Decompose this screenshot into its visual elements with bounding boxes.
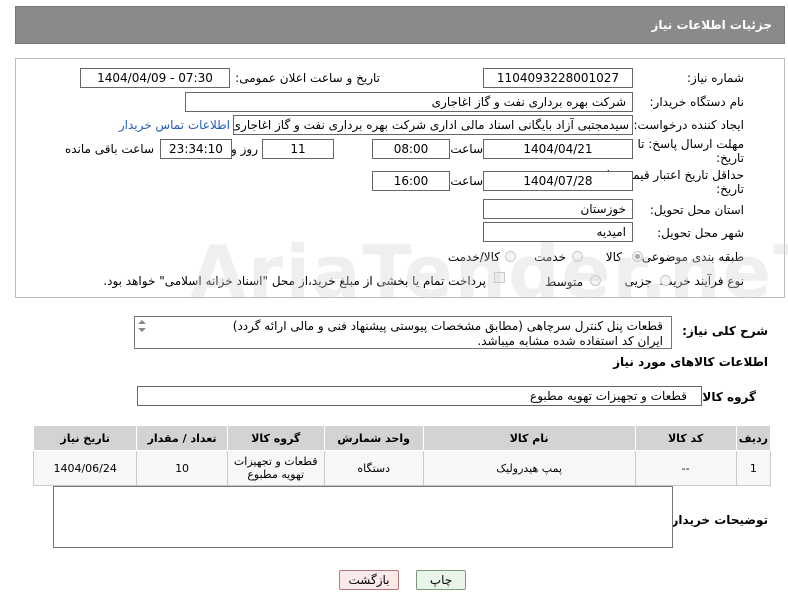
description-line-2: ایران کد استفاده شده مشابه میباشد. bbox=[477, 334, 663, 348]
category-both-radio[interactable] bbox=[505, 251, 516, 262]
process-medium-radio[interactable] bbox=[590, 275, 601, 286]
process-partial-radio[interactable] bbox=[660, 275, 671, 286]
buyer-org-field[interactable]: شرکت بهره برداری نفت و گاز اغاجاری bbox=[185, 92, 633, 112]
process-partial-label: جزیی bbox=[624, 274, 652, 288]
category-goods-radio[interactable] bbox=[632, 251, 643, 262]
category-label: طبقه بندی موضوعی: bbox=[637, 250, 744, 264]
min-price-time-label: ساعت bbox=[450, 174, 483, 188]
announce-label: تاریخ و ساعت اعلان عمومی: bbox=[235, 71, 380, 85]
col-qty: تعداد / مقدار bbox=[136, 425, 228, 451]
goods-group-label: گروه کالا: bbox=[697, 390, 756, 404]
process-label: نوع فرآیند خرید : bbox=[659, 274, 744, 288]
page-header: جزئیات اطلاعات نیاز bbox=[15, 6, 785, 44]
description-line-1: قطعات پنل کنترل سرچاهی (مطابق مشخصات پیو… bbox=[232, 319, 663, 333]
category-service-label: خدمت bbox=[534, 250, 566, 264]
min-price-date-field[interactable]: 1404/07/28 bbox=[483, 171, 633, 191]
province-label: استان محل تحویل: bbox=[649, 203, 744, 217]
process-medium-label: متوسط bbox=[545, 275, 583, 289]
goods-info-title: اطلاعات کالاهای مورد نیاز bbox=[613, 355, 768, 369]
scroll-arrows-icon[interactable] bbox=[137, 319, 147, 333]
col-date: تاریخ نیاز bbox=[32, 425, 138, 451]
goods-group-field[interactable]: قطعات و تجهیزات تهویه مطبوع bbox=[137, 386, 702, 406]
page-title: جزئیات اطلاعات نیاز bbox=[651, 18, 772, 32]
announce-field[interactable]: 1404/04/09 - 07:30 bbox=[80, 68, 230, 88]
col-group: گروه کالا bbox=[226, 425, 325, 451]
cell-group: قطعات و تجهیزات تهویه مطبوع bbox=[226, 450, 325, 486]
cell-name: پمپ هیدرولیک bbox=[422, 450, 636, 486]
description-textarea[interactable]: قطعات پنل کنترل سرچاهی (مطابق مشخصات پیو… bbox=[134, 316, 672, 349]
goods-table: ردیف کد کالا نام کالا واحد شمارش گروه کا… bbox=[32, 425, 772, 486]
need-number-label: شماره نیاز: bbox=[687, 71, 744, 85]
description-label: شرح کلی نیاز: bbox=[682, 324, 768, 338]
deadline-date-field[interactable]: 1404/04/21 bbox=[483, 139, 633, 159]
deadline-label: مهلت ارسال پاسخ: تا تاریخ: bbox=[637, 137, 744, 165]
days-label: روز و bbox=[231, 142, 258, 156]
category-service-radio[interactable] bbox=[572, 251, 583, 262]
print-button[interactable]: چاپ bbox=[416, 570, 466, 590]
cell-date: 1404/06/24 bbox=[32, 450, 138, 486]
col-code: کد کالا bbox=[634, 425, 737, 451]
deadline-time-field[interactable]: 08:00 bbox=[372, 139, 450, 159]
creator-field[interactable]: سیدمجتبی آزاد بایگانی اسناد مالی اداری ش… bbox=[233, 115, 633, 135]
deadline-time-label: ساعت bbox=[450, 142, 483, 156]
time-remaining-field[interactable]: 23:34:10 bbox=[160, 139, 232, 159]
city-label: شهر محل تحویل: bbox=[657, 226, 744, 240]
table-row[interactable]: 1 -- پمپ هیدرولیک دستگاه قطعات و تجهیزات… bbox=[32, 450, 772, 486]
days-remaining-field[interactable]: 11 bbox=[262, 139, 334, 159]
buyer-contact-link[interactable]: اطلاعات تماس خریدار bbox=[119, 118, 230, 132]
cell-code: -- bbox=[634, 450, 737, 486]
city-field[interactable]: امیدیه bbox=[483, 222, 633, 242]
back-button[interactable]: بازگشت bbox=[339, 570, 399, 590]
min-price-time-field[interactable]: 16:00 bbox=[372, 171, 450, 191]
buyer-notes-label: توضیحات خریدار: bbox=[666, 513, 768, 527]
treasury-payment-note: پرداخت تمام یا بخشی از مبلغ خرید،از محل … bbox=[103, 274, 486, 288]
time-remaining-label: ساعت باقی مانده bbox=[64, 142, 154, 156]
col-row: ردیف bbox=[735, 425, 772, 451]
col-unit: واحد شمارش bbox=[323, 425, 424, 451]
cell-row: 1 bbox=[735, 450, 772, 486]
table-header-row: ردیف کد کالا نام کالا واحد شمارش گروه کا… bbox=[32, 425, 772, 451]
category-both-label: کالا/خدمت bbox=[447, 250, 500, 264]
cell-unit: دستگاه bbox=[323, 450, 424, 486]
creator-label: ایجاد کننده درخواست: bbox=[633, 118, 744, 132]
province-field[interactable]: خوزستان bbox=[483, 199, 633, 219]
treasury-payment-checkbox[interactable] bbox=[494, 272, 505, 283]
buyer-org-label: نام دستگاه خریدار: bbox=[649, 95, 745, 109]
need-number-field[interactable]: 1104093228001027 bbox=[483, 68, 633, 88]
cell-qty: 10 bbox=[136, 450, 228, 486]
category-goods-label: کالا bbox=[605, 250, 622, 264]
buyer-notes-textarea[interactable] bbox=[53, 486, 673, 548]
col-name: نام کالا bbox=[422, 425, 636, 451]
